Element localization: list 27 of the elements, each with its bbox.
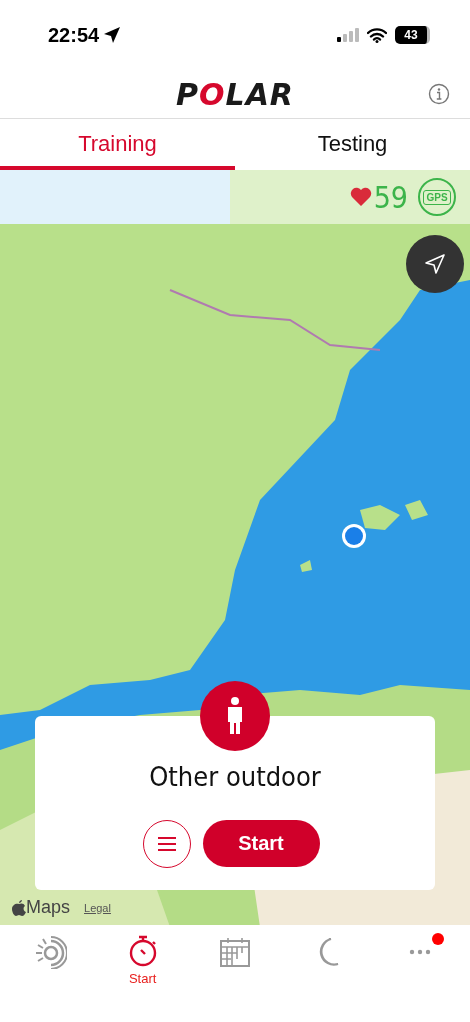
location-button[interactable] [406,235,464,293]
activity-rings-icon [33,935,68,969]
battery-level: 43 [395,26,430,44]
more-icon [408,949,431,955]
wifi-icon [367,27,387,43]
apple-logo-icon [12,899,26,916]
current-location-dot [341,523,367,549]
menu-icon [157,837,176,851]
status-time: 22:54 [48,23,100,47]
calendar-icon [220,937,250,967]
signal-icon [337,28,359,42]
island [405,500,428,520]
sport-name: Other outdoor [149,761,321,792]
nav-tab[interactable]: Start [96,925,189,987]
info-icon[interactable] [428,83,450,105]
maps-attribution: Maps [12,897,70,918]
island [300,560,312,572]
heart-icon [349,187,372,207]
menu-button[interactable] [142,820,191,868]
start-button[interactable]: Start [202,820,320,867]
stopwatch-icon [127,935,158,967]
location-arrow-icon [103,26,122,44]
legal-link[interactable]: Legal [84,901,111,914]
polar-logo: POLAR [176,76,294,112]
heart-rate: 59 [373,179,408,215]
island [360,505,400,530]
gps-indicator: GPS [418,178,456,216]
